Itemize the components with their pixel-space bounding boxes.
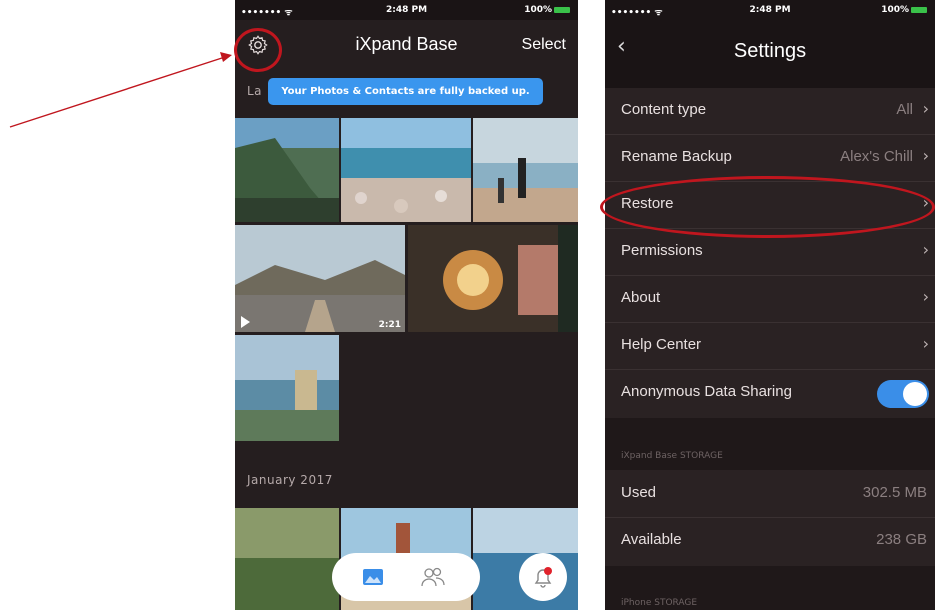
settings-nav-bar: ‹ Settings	[605, 20, 935, 88]
photos-tab-icon[interactable]	[362, 566, 384, 588]
section-label-latest: La	[247, 84, 263, 98]
annotation-ellipse-restore	[600, 176, 935, 238]
storage-row-available: Available 238 GB	[605, 518, 935, 564]
video-thumbnail[interactable]: 2:21	[235, 225, 405, 332]
bottom-tab-bar	[332, 553, 480, 601]
battery-icon	[554, 6, 570, 13]
chevron-right-icon: ›	[922, 287, 929, 306]
status-bar: ••••••• ᯤ 2:48 PM 100%	[235, 0, 578, 20]
photo-thumbnail[interactable]	[235, 335, 339, 441]
select-button[interactable]: Select	[522, 36, 566, 54]
annotation-circle-gear	[234, 28, 282, 72]
settings-screen: ••••••• ᯤ 2:48 PM 100% ‹ Settings Conten…	[605, 0, 935, 610]
row-value: 302.5 MB	[862, 484, 927, 501]
photo-thumbnail[interactable]	[408, 225, 578, 332]
bell-icon	[534, 567, 552, 588]
battery-icon	[911, 6, 927, 13]
backup-toast: Your Photos & Contacts are fully backed …	[268, 78, 543, 105]
play-icon	[241, 316, 250, 328]
row-label: Permissions	[621, 242, 703, 259]
row-label: Content type	[621, 101, 707, 118]
toggle-knob	[903, 382, 927, 406]
settings-row-help-center[interactable]: Help Center ›	[605, 323, 935, 370]
storage-header: iXpand Base STORAGE	[621, 451, 723, 461]
section-label-january: January 2017	[247, 473, 333, 487]
status-bar: ••••••• ᯤ 2:48 PM 100%	[605, 0, 935, 20]
row-label: Help Center	[621, 336, 702, 353]
settings-row-content-type[interactable]: Content type All ›	[605, 88, 935, 135]
row-label: Anonymous Data Sharing	[621, 383, 792, 400]
data-sharing-toggle[interactable]	[877, 380, 929, 408]
row-value: Alex's Chill	[840, 148, 913, 165]
row-label: About	[621, 289, 661, 306]
settings-row-anonymous-data-sharing: Anonymous Data Sharing	[605, 370, 935, 416]
photo-thumbnail[interactable]	[341, 118, 471, 222]
battery-label: 100%	[881, 5, 909, 15]
photo-thumbnail[interactable]	[235, 508, 339, 610]
chevron-right-icon: ›	[922, 240, 929, 259]
video-duration: 2:21	[378, 320, 401, 330]
notification-button[interactable]	[519, 553, 567, 601]
iphone-storage-header: iPhone STORAGE	[621, 598, 698, 608]
row-value: 238 GB	[876, 531, 927, 548]
chevron-right-icon: ›	[922, 99, 929, 118]
chevron-right-icon: ›	[922, 334, 929, 353]
page-title: Settings	[733, 40, 807, 62]
photo-thumbnail[interactable]	[473, 118, 578, 222]
settings-row-rename-backup[interactable]: Rename Backup Alex's Chill ›	[605, 135, 935, 182]
battery-indicator: 100%	[881, 5, 927, 15]
contacts-tab-icon[interactable]	[420, 565, 446, 589]
row-label: Used	[621, 484, 657, 501]
chevron-right-icon: ›	[922, 146, 929, 165]
storage-group-spacer	[605, 418, 935, 470]
row-label: Available	[621, 531, 682, 548]
row-value: All	[896, 101, 913, 118]
photos-screen: ••••••• ᯤ 2:48 PM 100% iXpand Base Selec…	[235, 0, 578, 610]
row-label: Rename Backup	[621, 148, 732, 165]
nav-bar: iXpand Base Select	[235, 20, 578, 72]
battery-label: 100%	[524, 5, 552, 15]
settings-row-about[interactable]: About ›	[605, 276, 935, 323]
photo-thumbnail[interactable]	[235, 118, 339, 222]
battery-indicator: 100%	[524, 5, 570, 15]
storage-row-used: Used 302.5 MB	[605, 471, 935, 518]
